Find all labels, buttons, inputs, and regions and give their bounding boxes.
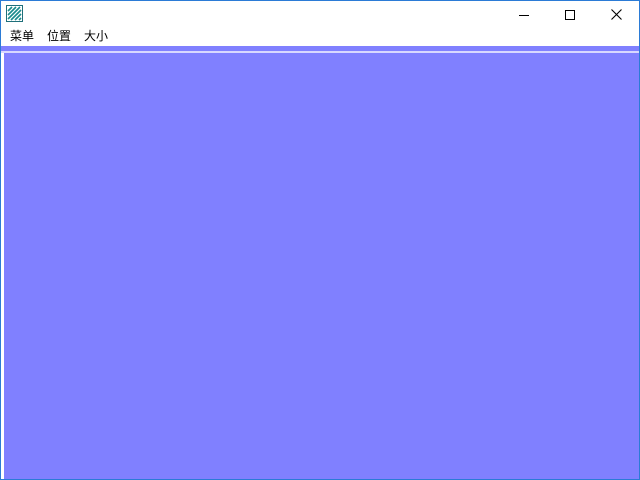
client-area[interactable] — [4, 53, 639, 479]
menu-item-position[interactable]: 位置 — [41, 27, 78, 46]
close-icon — [610, 5, 622, 24]
minimize-button[interactable] — [501, 1, 547, 27]
maximize-icon — [565, 5, 575, 24]
title-bar[interactable] — [1, 1, 639, 27]
app-window: 菜单 位置 大小 — [0, 0, 640, 480]
app-striped-logo-icon[interactable] — [6, 5, 23, 22]
menu-item-menu[interactable]: 菜单 — [1, 27, 41, 46]
menu-bar: 菜单 位置 大小 — [1, 27, 639, 46]
maximize-button[interactable] — [547, 1, 593, 27]
close-button[interactable] — [593, 1, 639, 27]
menu-item-size[interactable]: 大小 — [78, 27, 115, 46]
minimize-icon — [519, 5, 529, 24]
